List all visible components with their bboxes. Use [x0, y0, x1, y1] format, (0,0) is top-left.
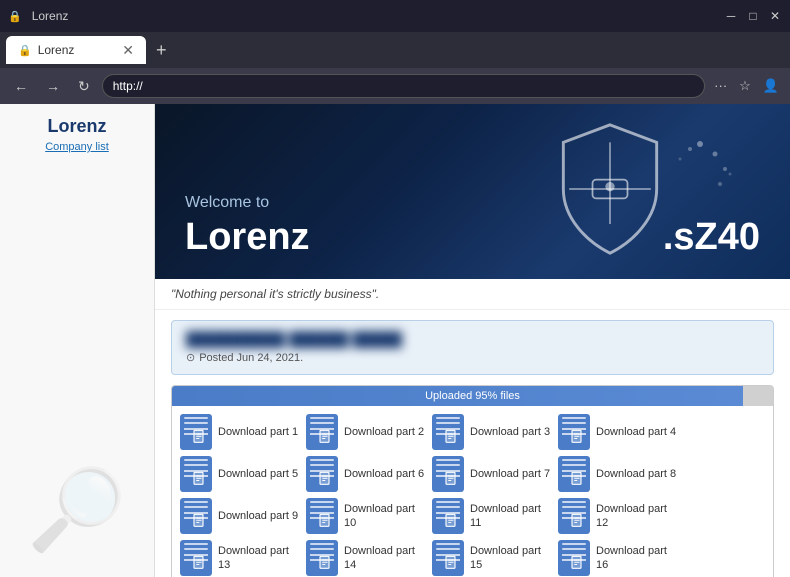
hero-dots: [660, 134, 740, 199]
doc-icon-3: [432, 414, 464, 450]
download-label-1: Download part 1: [218, 425, 298, 439]
doc-icon-13: [180, 540, 212, 576]
hero-welcome: Welcome to: [185, 194, 310, 212]
download-item-8[interactable]: Download part 8: [558, 456, 678, 492]
nav-bar: ← → ↻ ··· ☆ 👤: [0, 68, 790, 104]
download-item-5[interactable]: Download part 5: [180, 456, 300, 492]
download-label-16: Download part 16: [596, 544, 678, 573]
company-card: ██████████ ██████ █████ ⊙ Posted Jun 24,…: [171, 320, 774, 375]
download-label-4: Download part 4: [596, 425, 676, 439]
doc-icon-8: [558, 456, 590, 492]
window-controls: ─ □ ✕: [724, 9, 782, 23]
download-item-9[interactable]: Download part 9: [180, 498, 300, 534]
doc-icon-10: [306, 498, 338, 534]
download-item-13[interactable]: Download part 13: [180, 540, 300, 576]
download-grid: Download part 1 Download part 2: [172, 406, 773, 577]
quote-section: "Nothing personal it's strictly business…: [155, 279, 790, 310]
hero-banner: Welcome to Lorenz .sZ40: [155, 104, 790, 279]
back-button[interactable]: ←: [8, 76, 34, 96]
download-label-13: Download part 13: [218, 544, 300, 573]
download-label-7: Download part 7: [470, 467, 550, 481]
tab-label: Lorenz: [38, 43, 75, 57]
window-title: Lorenz: [32, 9, 69, 23]
page-wrapper: Lorenz Company list 🔍 Welcome to Lorenz …: [0, 104, 790, 577]
doc-icon-7: [432, 456, 464, 492]
download-item-14[interactable]: Download part 14: [306, 540, 426, 576]
download-label-10: Download part 10: [344, 502, 426, 531]
doc-icon-15: [432, 540, 464, 576]
nav-icons: ··· ☆ 👤: [711, 76, 782, 96]
download-item-11[interactable]: Download part 11: [432, 498, 552, 534]
doc-icon-4: [558, 414, 590, 450]
download-label-8: Download part 8: [596, 467, 676, 481]
active-tab[interactable]: 🔒 Lorenz ✕: [6, 36, 146, 64]
download-item-2[interactable]: Download part 2: [306, 414, 426, 450]
download-label-6: Download part 6: [344, 467, 424, 481]
download-label-15: Download part 15: [470, 544, 552, 573]
doc-icon-11: [432, 498, 464, 534]
menu-icon[interactable]: ···: [711, 76, 730, 96]
doc-icon-6: [306, 456, 338, 492]
minimize-button[interactable]: ─: [724, 9, 738, 23]
star-icon[interactable]: ☆: [736, 76, 754, 96]
company-list-link[interactable]: Company list: [12, 141, 142, 153]
tab-close-button[interactable]: ✕: [122, 42, 134, 59]
hero-title: Lorenz: [185, 216, 310, 259]
sidebar-logo: Lorenz: [12, 116, 142, 137]
download-item-3[interactable]: Download part 3: [432, 414, 552, 450]
refresh-button[interactable]: ↻: [72, 76, 96, 97]
close-button[interactable]: ✕: [768, 9, 782, 23]
hero-shield-icon: [550, 119, 670, 264]
upload-bar-header: Uploaded 95% files: [172, 386, 773, 406]
favicon-icon: 🔒: [8, 10, 22, 23]
browser-chrome: 🔒 Lorenz ─ □ ✕ 🔒 Lorenz ✕ + ← → ↻ ··· ☆ …: [0, 0, 790, 104]
download-item-6[interactable]: Download part 6: [306, 456, 426, 492]
posted-date-text: Posted Jun 24, 2021.: [199, 352, 303, 364]
magnifier-watermark-icon: 🔍: [27, 463, 127, 557]
company-name: ██████████ ██████ █████: [186, 331, 759, 347]
clock-icon: ⊙: [186, 351, 195, 364]
download-item-15[interactable]: Download part 15: [432, 540, 552, 576]
doc-icon-12: [558, 498, 590, 534]
download-item-12[interactable]: Download part 12: [558, 498, 678, 534]
doc-icon-1: [180, 414, 212, 450]
hero-text: Welcome to Lorenz: [185, 194, 310, 259]
doc-icon-16: [558, 540, 590, 576]
url-bar[interactable]: [102, 74, 705, 98]
title-bar: 🔒 Lorenz ─ □ ✕: [0, 0, 790, 32]
download-item-10[interactable]: Download part 10: [306, 498, 426, 534]
download-label-9: Download part 9: [218, 509, 298, 523]
maximize-button[interactable]: □: [746, 9, 760, 23]
doc-icon-14: [306, 540, 338, 576]
doc-icon-2: [306, 414, 338, 450]
download-item-1[interactable]: Download part 1: [180, 414, 300, 450]
quote-text: "Nothing personal it's strictly business…: [171, 287, 379, 301]
download-item-7[interactable]: Download part 7: [432, 456, 552, 492]
forward-button[interactable]: →: [40, 76, 66, 96]
upload-bar-label: Uploaded 95% files: [425, 390, 520, 402]
download-label-2: Download part 2: [344, 425, 424, 439]
tab-favicon: 🔒: [18, 44, 32, 57]
download-label-5: Download part 5: [218, 467, 298, 481]
download-label-14: Download part 14: [344, 544, 426, 573]
download-item-16[interactable]: Download part 16: [558, 540, 678, 576]
doc-icon-9: [180, 498, 212, 534]
hero-extension: .sZ40: [663, 216, 760, 259]
tab-bar: 🔒 Lorenz ✕ +: [0, 32, 790, 68]
download-label-11: Download part 11: [470, 502, 552, 531]
download-label-3: Download part 3: [470, 425, 550, 439]
sidebar: Lorenz Company list 🔍: [0, 104, 155, 577]
download-section: Uploaded 95% files Download part 1: [171, 385, 774, 577]
new-tab-button[interactable]: +: [150, 40, 173, 61]
doc-icon-5: [180, 456, 212, 492]
main-content: Welcome to Lorenz .sZ40: [155, 104, 790, 577]
profile-icon[interactable]: 👤: [760, 76, 782, 96]
posted-date: ⊙ Posted Jun 24, 2021.: [186, 351, 759, 364]
sidebar-watermark: 🔍: [0, 463, 155, 557]
download-item-4[interactable]: Download part 4: [558, 414, 678, 450]
download-label-12: Download part 12: [596, 502, 678, 531]
